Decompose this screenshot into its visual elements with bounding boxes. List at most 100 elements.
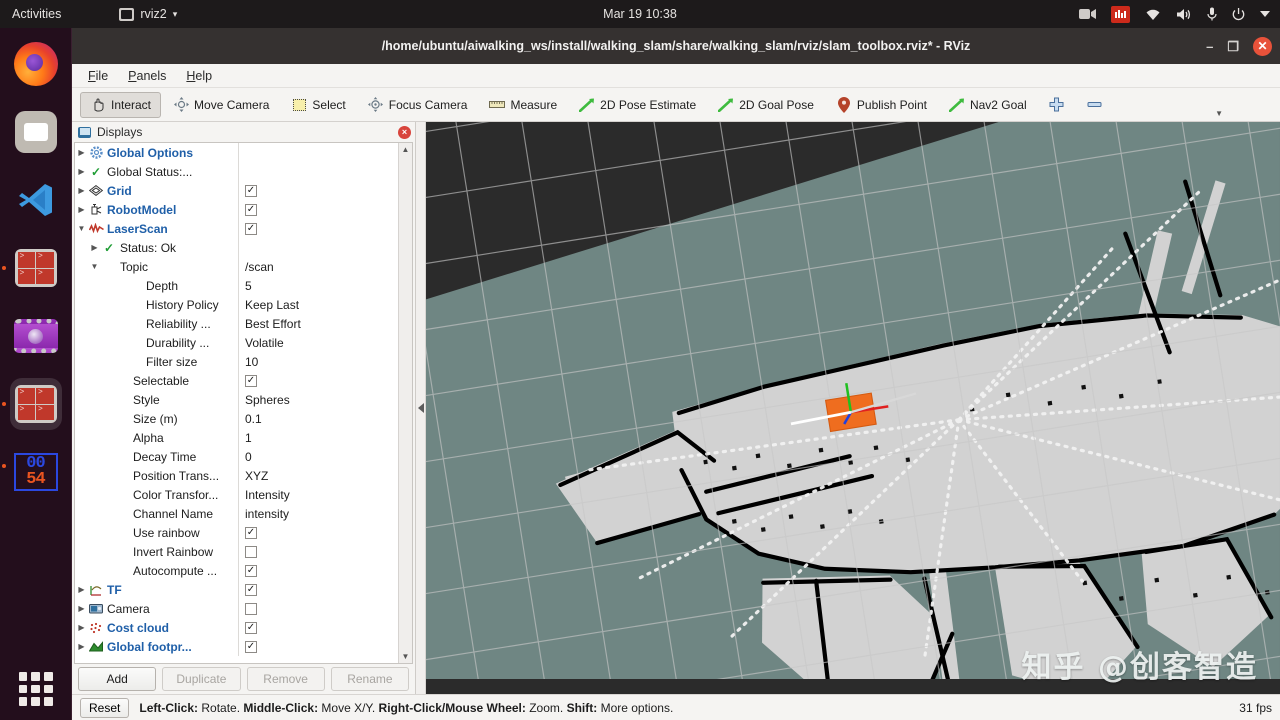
chevron-right-icon[interactable]: ▶ <box>75 604 88 613</box>
dock-item-firefox[interactable] <box>10 38 62 90</box>
tool-publish-point[interactable]: Publish Point <box>826 92 937 118</box>
display-tree-row[interactable]: ▶ Global Options <box>75 143 398 162</box>
display-tree-row[interactable]: Filter size 10 <box>75 352 398 371</box>
display-tree-row[interactable]: Selectable ✓ <box>75 371 398 390</box>
visibility-checkbox[interactable]: ✓ <box>245 640 257 653</box>
tool-nav2-goal[interactable]: Nav2 Goal <box>939 92 1037 118</box>
scrollbar-thumb[interactable] <box>400 158 411 648</box>
dock-item-terminal[interactable] <box>1 242 62 294</box>
display-tree-row[interactable]: Use rainbow ✓ <box>75 523 398 542</box>
activities-button[interactable]: Activities <box>12 7 61 21</box>
recorder-icon[interactable] <box>1111 5 1130 23</box>
display-tree-row[interactable]: Alpha 1 <box>75 428 398 447</box>
display-tree-row[interactable]: Invert Rainbow <box>75 542 398 561</box>
display-tree-row-value[interactable]: ✓ <box>238 580 398 599</box>
display-tree-row-value[interactable] <box>238 238 398 257</box>
display-tree-row[interactable]: ▼ Topic/scan <box>75 257 398 276</box>
display-tree-row-value[interactable]: 10 <box>238 352 398 371</box>
chevron-down-icon[interactable]: ▼ <box>75 224 88 233</box>
display-tree-row[interactable]: Size (m) 0.1 <box>75 409 398 428</box>
tool-2d-goal-pose[interactable]: 2D Goal Pose <box>708 92 824 118</box>
tool-focus-camera[interactable]: Focus Camera <box>358 92 478 118</box>
display-tree-row[interactable]: Autocompute ... ✓ <box>75 561 398 580</box>
display-tree-row[interactable]: History Policy Keep Last <box>75 295 398 314</box>
toolbar-overflow-caret[interactable]: ▼ <box>1215 109 1223 118</box>
display-tree-row-value[interactable] <box>238 599 398 618</box>
display-tree-row-value[interactable]: Keep Last <box>238 295 398 314</box>
wifi-icon[interactable] <box>1145 8 1161 21</box>
display-tree-row-value[interactable]: ✓ <box>238 371 398 390</box>
rename-button[interactable]: Rename <box>330 667 409 691</box>
visibility-checkbox[interactable] <box>245 602 257 615</box>
display-tree-row-value[interactable]: ✓ <box>238 523 398 542</box>
panel-splitter[interactable] <box>416 122 426 694</box>
displays-tree[interactable]: ▶ Global Options ▶ ✓ Global Status:... ▶ Grid ✓… <box>75 143 398 663</box>
display-tree-row-value[interactable] <box>238 542 398 561</box>
display-tree-row[interactable]: Durability ... Volatile <box>75 333 398 352</box>
duplicate-button[interactable]: Duplicate <box>162 667 241 691</box>
display-tree-row[interactable]: ▶ TF ✓ <box>75 580 398 599</box>
dock-item-video[interactable] <box>10 310 62 362</box>
visibility-checkbox[interactable]: ✓ <box>245 583 257 596</box>
displays-tree-scrollbar[interactable]: ▲ ▼ <box>398 143 412 663</box>
chevron-right-icon[interactable]: ▶ <box>75 205 88 214</box>
display-tree-row-value[interactable]: Intensity <box>238 485 398 504</box>
display-tree-row[interactable]: Depth 5 <box>75 276 398 295</box>
scroll-up-icon[interactable]: ▲ <box>402 143 410 156</box>
display-tree-row[interactable]: Reliability ... Best Effort <box>75 314 398 333</box>
display-tree-row-value[interactable]: ✓ <box>238 618 398 637</box>
display-tree-row-value[interactable]: ✓ <box>238 200 398 219</box>
visibility-checkbox[interactable]: ✓ <box>245 621 257 634</box>
chevron-right-icon[interactable]: ▶ <box>75 167 88 176</box>
app-menu-button[interactable]: rviz2 ▾ <box>119 7 177 21</box>
display-tree-row-value[interactable]: ✓ <box>238 181 398 200</box>
visibility-checkbox[interactable]: ✓ <box>245 203 257 216</box>
display-tree-row-value[interactable]: 0 <box>238 447 398 466</box>
display-tree-row[interactable]: ▶ Grid ✓ <box>75 181 398 200</box>
dock-item-vscode[interactable] <box>10 174 62 226</box>
display-tree-row-value[interactable]: intensity <box>238 504 398 523</box>
display-tree-row[interactable]: ▼ LaserScan ✓ <box>75 219 398 238</box>
tool-measure[interactable]: Measure <box>479 92 567 118</box>
power-icon[interactable] <box>1232 7 1245 21</box>
display-tree-row[interactable]: ▶ Global footpr... ✓ <box>75 637 398 656</box>
display-tree-row[interactable]: Style Spheres <box>75 390 398 409</box>
visibility-checkbox[interactable]: ✓ <box>245 564 257 577</box>
add-button[interactable]: Add <box>78 667 157 691</box>
chevron-right-icon[interactable]: ▶ <box>75 148 88 157</box>
remove-button[interactable]: Remove <box>246 667 325 691</box>
display-tree-row-value[interactable]: 1 <box>238 428 398 447</box>
dock-item-terminal-2[interactable] <box>1 378 62 430</box>
maximize-button[interactable]: ❐ <box>1227 40 1239 53</box>
display-tree-row-value[interactable]: 0.1 <box>238 409 398 428</box>
display-tree-row[interactable]: ▶ Cost cloud ✓ <box>75 618 398 637</box>
close-icon[interactable]: × <box>398 125 411 139</box>
display-tree-row[interactable]: ▶ Camera <box>75 599 398 618</box>
volume-icon[interactable] <box>1176 8 1192 21</box>
visibility-checkbox[interactable]: ✓ <box>245 526 257 539</box>
display-tree-row-value[interactable]: Best Effort <box>238 314 398 333</box>
visibility-checkbox[interactable] <box>245 545 257 558</box>
visibility-checkbox[interactable]: ✓ <box>245 184 257 197</box>
display-tree-row[interactable]: Position Trans... XYZ <box>75 466 398 485</box>
visibility-checkbox[interactable]: ✓ <box>245 222 257 235</box>
chevron-down-icon[interactable]: ▼ <box>88 262 101 271</box>
display-tree-row-value[interactable]: ✓ <box>238 561 398 580</box>
display-tree-row-value[interactable]: XYZ <box>238 466 398 485</box>
visibility-checkbox[interactable]: ✓ <box>245 374 257 387</box>
menu-help[interactable]: Help <box>178 66 220 86</box>
remove-tool-button[interactable] <box>1077 92 1113 118</box>
dock-item-counter-0054[interactable]: 00 54 <box>1 446 62 498</box>
display-tree-row[interactable]: Color Transfor... Intensity <box>75 485 398 504</box>
microphone-icon[interactable] <box>1207 7 1217 21</box>
display-tree-row[interactable]: ▶ RobotModel ✓ <box>75 200 398 219</box>
display-tree-row-value[interactable]: ✓ <box>238 219 398 238</box>
chevron-down-icon[interactable] <box>1260 10 1270 18</box>
tool-select[interactable]: Select <box>281 92 355 118</box>
show-applications-button[interactable] <box>18 672 53 706</box>
display-tree-row-value[interactable]: Spheres <box>238 390 398 409</box>
menu-file[interactable]: File <box>80 66 116 86</box>
chevron-right-icon[interactable]: ▶ <box>75 623 88 632</box>
tool-move-camera[interactable]: Move Camera <box>163 92 279 118</box>
display-tree-row-value[interactable]: 5 <box>238 276 398 295</box>
